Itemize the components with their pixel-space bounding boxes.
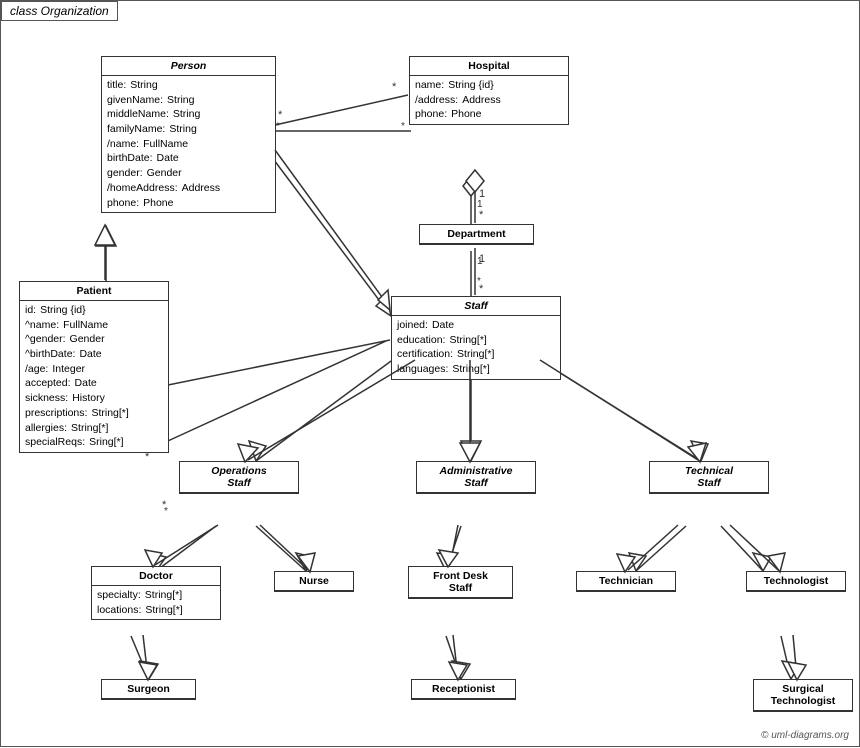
person-class: Person title:String givenName:String mid… — [101, 56, 276, 213]
copyright: © uml-diagrams.org — [761, 730, 849, 741]
doctor-title: Doctor — [92, 567, 220, 586]
department-title: Department — [420, 225, 533, 244]
person-attrs: title:String givenName:String middleName… — [102, 76, 275, 212]
technical-staff-title: TechnicalStaff — [650, 462, 768, 493]
mult-dept-staff: 1 — [477, 256, 483, 267]
patient-attrs: id:String {id} ^name:FullName ^gender:Ge… — [20, 301, 168, 452]
operations-staff-class: OperationsStaff — [179, 461, 299, 494]
surgeon-title: Surgeon — [102, 680, 195, 699]
nurse-class: Nurse — [274, 571, 354, 592]
operations-staff-title: OperationsStaff — [180, 462, 298, 493]
technician-title: Technician — [577, 572, 675, 591]
mult-ops-star: * — [164, 506, 168, 517]
technologist-class: Technologist — [746, 571, 846, 592]
surgeon-class: Surgeon — [101, 679, 196, 700]
patient-title: Patient — [20, 282, 168, 301]
front-desk-staff-title: Front DeskStaff — [409, 567, 512, 598]
doctor-attrs: specialty:String[*] locations:String[*] — [92, 586, 220, 619]
staff-attrs: joined:Date education:String[*] certific… — [392, 316, 560, 379]
nurse-title: Nurse — [275, 572, 353, 591]
technical-staff-class: TechnicalStaff — [649, 461, 769, 494]
mult-person-hospital-left: * — [276, 121, 280, 132]
administrative-staff-class: AdministrativeStaff — [416, 461, 536, 494]
mult-dept-staff2: * — [477, 276, 481, 287]
technologist-title: Technologist — [747, 572, 845, 591]
hospital-title: Hospital — [410, 57, 568, 76]
technician-class: Technician — [576, 571, 676, 592]
patient-class: Patient id:String {id} ^name:FullName ^g… — [19, 281, 169, 453]
staff-class: Staff joined:Date education:String[*] ce… — [391, 296, 561, 380]
diagram-title: class Organization — [1, 1, 118, 21]
mult-hospital-dept: 1 — [477, 199, 483, 210]
person-title: Person — [102, 57, 275, 76]
receptionist-class: Receptionist — [411, 679, 516, 700]
surgical-technologist-class: SurgicalTechnologist — [753, 679, 853, 712]
doctor-class: Doctor specialty:String[*] locations:Str… — [91, 566, 221, 620]
front-desk-staff-class: Front DeskStaff — [408, 566, 513, 599]
department-class: Department — [419, 224, 534, 245]
hospital-class: Hospital name:String {id} /address:Addre… — [409, 56, 569, 125]
mult-person-hospital-right: * — [401, 121, 405, 132]
hospital-attrs: name:String {id} /address:Address phone:… — [410, 76, 568, 124]
staff-title: Staff — [392, 297, 560, 316]
administrative-staff-title: AdministrativeStaff — [417, 462, 535, 493]
diagram-container: class Organization — [0, 0, 860, 747]
receptionist-title: Receptionist — [412, 680, 515, 699]
surgical-technologist-title: SurgicalTechnologist — [754, 680, 852, 711]
